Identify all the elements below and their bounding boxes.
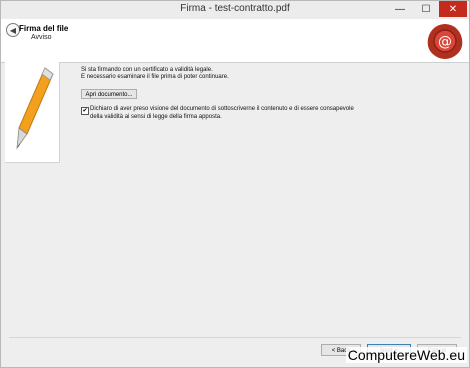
minimize-button[interactable]: — [387, 1, 413, 17]
watermark-text: ComputereWeb.eu [345, 347, 467, 363]
wizard-content: Si sta firmando con un certificato a val… [81, 67, 461, 81]
pen-illustration [5, 62, 60, 163]
title-bar[interactable]: Firma - test-contratto.pdf — ☐ ✕ [1, 1, 469, 19]
footer-divider [9, 337, 461, 338]
close-button[interactable]: ✕ [439, 1, 467, 17]
pen-icon [16, 67, 54, 150]
maximize-button[interactable]: ☐ [413, 1, 439, 17]
wizard-header: ◀ Firma del file Avviso @ [1, 19, 469, 63]
info-line-2: E necessario esaminare il file prima di … [81, 74, 229, 80]
arrow-left-icon[interactable]: ◀ [6, 23, 20, 37]
wax-seal-icon: @ [427, 24, 463, 59]
page-subtitle: Avviso [31, 34, 52, 41]
svg-text:@: @ [438, 34, 452, 50]
acknowledge-checkbox[interactable]: ✔ [81, 107, 89, 115]
open-document-button[interactable]: Apri documento... [81, 89, 137, 99]
acknowledge-label: Dichiaro di aver preso visione del docum… [90, 106, 354, 120]
info-line-1: Si sta firmando con un certificato a val… [81, 67, 213, 73]
page-title: Firma del file [19, 24, 69, 33]
signing-wizard-window: Firma - test-contratto.pdf — ☐ ✕ ◀ Firma… [0, 0, 470, 368]
